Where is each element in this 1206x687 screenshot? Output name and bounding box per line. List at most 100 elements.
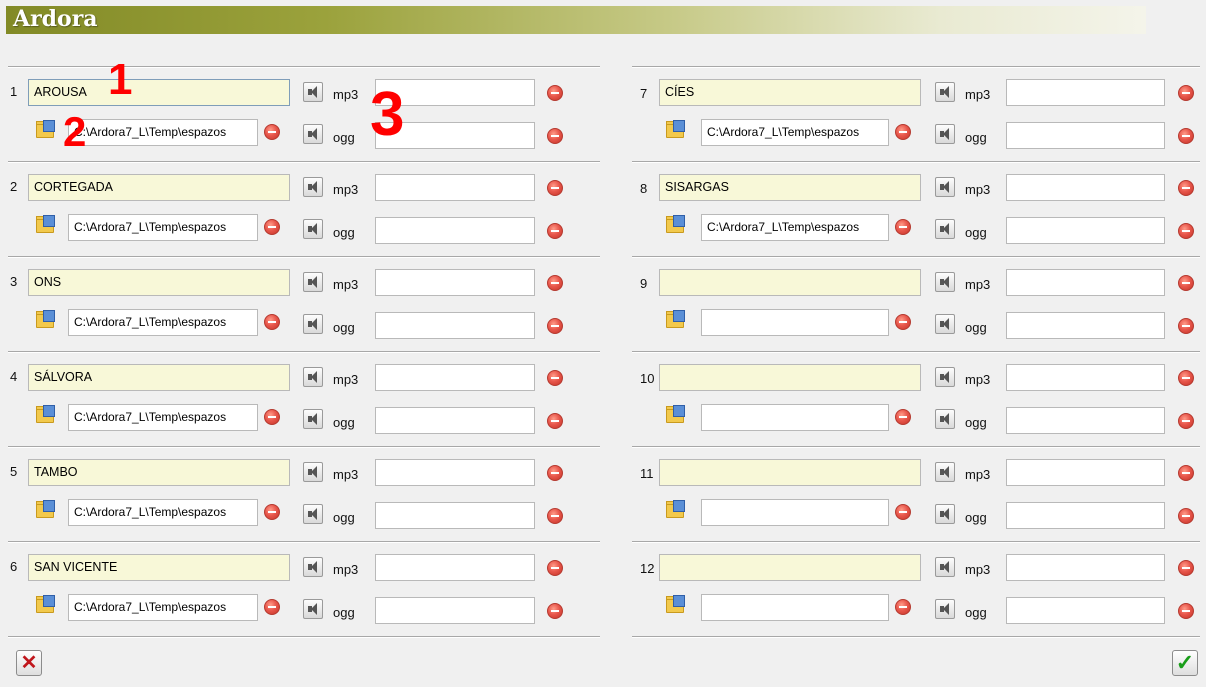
folder-browse-icon[interactable] bbox=[36, 500, 56, 518]
clear-path-icon[interactable] bbox=[264, 219, 280, 235]
image-path-input[interactable]: C:\Ardora7_L\Temp\espazos bbox=[68, 594, 258, 621]
clear-mp3-icon[interactable] bbox=[547, 275, 563, 291]
play-mp3-icon[interactable] bbox=[303, 557, 323, 577]
item-name-input[interactable] bbox=[659, 364, 921, 391]
clear-mp3-icon[interactable] bbox=[547, 180, 563, 196]
mp3-file-input[interactable] bbox=[375, 364, 535, 391]
ogg-file-input[interactable] bbox=[375, 407, 535, 434]
image-path-input[interactable] bbox=[701, 404, 889, 431]
play-mp3-icon[interactable] bbox=[303, 82, 323, 102]
clear-ogg-icon[interactable] bbox=[547, 508, 563, 524]
item-name-input[interactable]: TAMBO bbox=[28, 459, 290, 486]
mp3-file-input[interactable] bbox=[1006, 459, 1165, 486]
clear-ogg-icon[interactable] bbox=[1178, 223, 1194, 239]
ogg-file-input[interactable] bbox=[375, 502, 535, 529]
clear-mp3-icon[interactable] bbox=[547, 465, 563, 481]
mp3-file-input[interactable] bbox=[375, 554, 535, 581]
clear-path-icon[interactable] bbox=[895, 409, 911, 425]
clear-path-icon[interactable] bbox=[264, 504, 280, 520]
folder-browse-icon[interactable] bbox=[36, 405, 56, 423]
clear-path-icon[interactable] bbox=[895, 599, 911, 615]
ogg-file-input[interactable] bbox=[1006, 407, 1165, 434]
ogg-file-input[interactable] bbox=[1006, 122, 1165, 149]
play-ogg-icon[interactable] bbox=[303, 219, 323, 239]
play-ogg-icon[interactable] bbox=[303, 314, 323, 334]
item-name-input[interactable]: SAN VICENTE bbox=[28, 554, 290, 581]
clear-path-icon[interactable] bbox=[264, 124, 280, 140]
image-path-input[interactable] bbox=[701, 594, 889, 621]
play-mp3-icon[interactable] bbox=[935, 462, 955, 482]
play-mp3-icon[interactable] bbox=[303, 367, 323, 387]
clear-ogg-icon[interactable] bbox=[547, 223, 563, 239]
item-name-input[interactable]: SISARGAS bbox=[659, 174, 921, 201]
clear-ogg-icon[interactable] bbox=[1178, 603, 1194, 619]
image-path-input[interactable]: C:\Ardora7_L\Temp\espazos bbox=[68, 119, 258, 146]
play-mp3-icon[interactable] bbox=[303, 462, 323, 482]
play-ogg-icon[interactable] bbox=[303, 409, 323, 429]
play-ogg-icon[interactable] bbox=[935, 314, 955, 334]
ogg-file-input[interactable] bbox=[1006, 597, 1165, 624]
play-ogg-icon[interactable] bbox=[935, 409, 955, 429]
play-mp3-icon[interactable] bbox=[303, 272, 323, 292]
mp3-file-input[interactable] bbox=[1006, 79, 1165, 106]
play-ogg-icon[interactable] bbox=[935, 504, 955, 524]
play-mp3-icon[interactable] bbox=[935, 367, 955, 387]
item-name-input[interactable]: AROUSA bbox=[28, 79, 290, 106]
clear-mp3-icon[interactable] bbox=[547, 85, 563, 101]
clear-mp3-icon[interactable] bbox=[1178, 560, 1194, 576]
item-name-input[interactable] bbox=[659, 269, 921, 296]
clear-path-icon[interactable] bbox=[264, 599, 280, 615]
play-ogg-icon[interactable] bbox=[935, 124, 955, 144]
item-name-input[interactable]: CÍES bbox=[659, 79, 921, 106]
ok-button[interactable]: ✓ bbox=[1172, 650, 1198, 676]
clear-mp3-icon[interactable] bbox=[1178, 85, 1194, 101]
folder-browse-icon[interactable] bbox=[666, 595, 686, 613]
mp3-file-input[interactable] bbox=[1006, 269, 1165, 296]
image-path-input[interactable]: C:\Ardora7_L\Temp\espazos bbox=[701, 214, 889, 241]
clear-mp3-icon[interactable] bbox=[1178, 180, 1194, 196]
clear-path-icon[interactable] bbox=[264, 314, 280, 330]
play-ogg-icon[interactable] bbox=[303, 599, 323, 619]
clear-mp3-icon[interactable] bbox=[1178, 275, 1194, 291]
clear-ogg-icon[interactable] bbox=[547, 318, 563, 334]
ogg-file-input[interactable] bbox=[375, 312, 535, 339]
image-path-input[interactable]: C:\Ardora7_L\Temp\espazos bbox=[68, 499, 258, 526]
folder-browse-icon[interactable] bbox=[666, 310, 686, 328]
item-name-input[interactable] bbox=[659, 554, 921, 581]
play-mp3-icon[interactable] bbox=[935, 557, 955, 577]
play-mp3-icon[interactable] bbox=[935, 272, 955, 292]
play-ogg-icon[interactable] bbox=[303, 504, 323, 524]
item-name-input[interactable]: ONS bbox=[28, 269, 290, 296]
mp3-file-input[interactable] bbox=[375, 269, 535, 296]
clear-ogg-icon[interactable] bbox=[1178, 128, 1194, 144]
ogg-file-input[interactable] bbox=[1006, 312, 1165, 339]
mp3-file-input[interactable] bbox=[375, 174, 535, 201]
clear-path-icon[interactable] bbox=[895, 314, 911, 330]
clear-ogg-icon[interactable] bbox=[1178, 413, 1194, 429]
mp3-file-input[interactable] bbox=[375, 459, 535, 486]
folder-browse-icon[interactable] bbox=[666, 120, 686, 138]
play-ogg-icon[interactable] bbox=[935, 599, 955, 619]
play-ogg-icon[interactable] bbox=[303, 124, 323, 144]
folder-browse-icon[interactable] bbox=[666, 500, 686, 518]
mp3-file-input[interactable] bbox=[1006, 174, 1165, 201]
clear-mp3-icon[interactable] bbox=[1178, 465, 1194, 481]
mp3-file-input[interactable] bbox=[1006, 364, 1165, 391]
folder-browse-icon[interactable] bbox=[36, 215, 56, 233]
ogg-file-input[interactable] bbox=[1006, 217, 1165, 244]
clear-ogg-icon[interactable] bbox=[1178, 318, 1194, 334]
clear-mp3-icon[interactable] bbox=[547, 370, 563, 386]
item-name-input[interactable] bbox=[659, 459, 921, 486]
ogg-file-input[interactable] bbox=[375, 217, 535, 244]
item-name-input[interactable]: SÁLVORA bbox=[28, 364, 290, 391]
folder-browse-icon[interactable] bbox=[666, 215, 686, 233]
clear-path-icon[interactable] bbox=[264, 409, 280, 425]
play-mp3-icon[interactable] bbox=[935, 177, 955, 197]
play-mp3-icon[interactable] bbox=[935, 82, 955, 102]
image-path-input[interactable]: C:\Ardora7_L\Temp\espazos bbox=[68, 309, 258, 336]
cancel-button[interactable]: ✕ bbox=[16, 650, 42, 676]
folder-browse-icon[interactable] bbox=[666, 405, 686, 423]
ogg-file-input[interactable] bbox=[1006, 502, 1165, 529]
clear-ogg-icon[interactable] bbox=[547, 128, 563, 144]
clear-ogg-icon[interactable] bbox=[547, 603, 563, 619]
